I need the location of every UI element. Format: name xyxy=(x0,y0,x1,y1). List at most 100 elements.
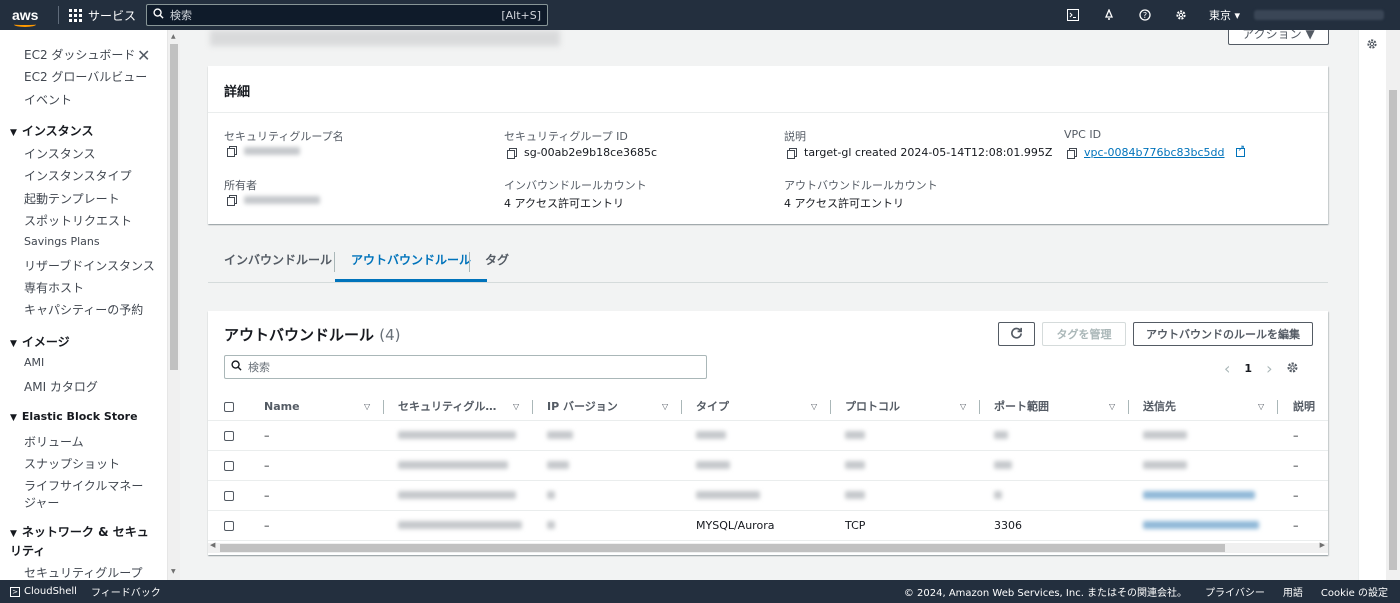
scroll-down-icon[interactable]: ▼ xyxy=(171,568,176,575)
gear-icon[interactable] xyxy=(1163,0,1199,30)
table-row[interactable]: – – xyxy=(208,451,1328,481)
prev-page-icon[interactable]: ‹ xyxy=(1224,359,1230,378)
select-all-checkbox[interactable] xyxy=(224,402,234,412)
settings-icon[interactable] xyxy=(1366,38,1378,53)
page-number[interactable]: 1 xyxy=(1244,362,1252,375)
column-resizer[interactable] xyxy=(1277,400,1278,414)
edit-outbound-rules-button[interactable]: アウトバウンドのルールを編集 xyxy=(1133,322,1313,346)
sidebar-item-snapshots[interactable]: スナップショット xyxy=(24,455,120,472)
aws-logo[interactable]: aws xyxy=(12,8,52,27)
column-header-name[interactable]: Name xyxy=(264,392,300,421)
bell-icon[interactable] xyxy=(1091,0,1127,30)
vpc-id-link[interactable]: vpc-0084b776bc83bc5dd xyxy=(1084,146,1225,159)
column-header-type[interactable]: タイプ xyxy=(696,392,729,421)
table-row[interactable]: – – xyxy=(208,421,1328,451)
rules-search-input[interactable]: 検索 xyxy=(224,355,707,379)
sidebar-section-images[interactable]: ▼ イメージ xyxy=(10,333,70,350)
sidebar-item-events[interactable]: イベント xyxy=(24,91,72,108)
column-header-security-group[interactable]: セキュリティグル… xyxy=(398,392,496,421)
sort-icon[interactable]: ▽ xyxy=(811,392,817,421)
copy-icon[interactable] xyxy=(507,147,517,159)
tab-tags[interactable]: タグ xyxy=(469,244,525,282)
column-resizer[interactable] xyxy=(830,400,831,414)
sort-icon[interactable]: ▽ xyxy=(513,392,519,421)
tab-inbound-rules[interactable]: インバウンドルール xyxy=(208,244,348,282)
sort-icon[interactable]: ▽ xyxy=(1258,392,1264,421)
column-resizer[interactable] xyxy=(681,400,682,414)
sidebar-item-savings-plans[interactable]: Savings Plans xyxy=(24,235,100,248)
help-icon[interactable]: ? xyxy=(1127,0,1163,30)
cookie-settings-link[interactable]: Cookie の設定 xyxy=(1321,584,1388,599)
sidebar-item-ec2-dashboard[interactable]: EC2 ダッシュボード xyxy=(24,46,135,63)
sidebar-item-instances[interactable]: インスタンス xyxy=(24,145,96,162)
sidebar-section-ebs[interactable]: ▼ Elastic Block Store xyxy=(10,410,138,423)
column-resizer[interactable] xyxy=(532,400,533,414)
table-horizontal-scrollbar[interactable]: ◀ ▶ xyxy=(208,541,1328,553)
scrollbar-thumb[interactable] xyxy=(220,544,1225,552)
table-row[interactable]: – MYSQL/Aurora TCP 3306 – xyxy=(208,511,1328,541)
column-header-protocol[interactable]: プロトコル xyxy=(845,392,900,421)
sort-icon[interactable]: ▽ xyxy=(960,392,966,421)
copy-icon[interactable] xyxy=(787,147,797,159)
scroll-up-icon[interactable]: ▲ xyxy=(171,33,176,40)
row-checkbox[interactable] xyxy=(224,491,234,501)
sidebar-item-ec2-global-view[interactable]: EC2 グローバルビュー xyxy=(24,68,147,85)
cell-redacted xyxy=(398,421,516,451)
scroll-left-icon[interactable]: ◀ xyxy=(210,541,215,549)
sidebar-item-reserved-instances[interactable]: リザーブドインスタンス xyxy=(24,257,155,274)
row-checkbox[interactable] xyxy=(224,521,234,531)
sidebar-scrollbar[interactable]: ▲ ▼ xyxy=(167,30,180,580)
column-header-destination[interactable]: 送信先 xyxy=(1143,392,1176,421)
table-row[interactable]: – – xyxy=(208,481,1328,511)
sidebar-item-ami[interactable]: AMI xyxy=(24,356,44,369)
scroll-right-icon[interactable]: ▶ xyxy=(1320,541,1325,549)
search-icon xyxy=(153,8,164,22)
cloudshell-link[interactable]: > CloudShell xyxy=(10,586,77,597)
copy-icon[interactable] xyxy=(1067,147,1077,159)
sidebar-item-capacity-reservations[interactable]: キャパシティーの予約 xyxy=(24,301,143,318)
next-page-icon[interactable]: › xyxy=(1266,359,1272,378)
tab-outbound-rules[interactable]: アウトバウンドルール xyxy=(335,244,488,282)
column-resizer[interactable] xyxy=(979,400,980,414)
sidebar-item-spot-requests[interactable]: スポットリクエスト xyxy=(24,212,132,229)
region-selector[interactable]: 東京 ▾ xyxy=(1199,7,1254,23)
page-scrollbar[interactable] xyxy=(1386,30,1400,580)
cloudshell-icon[interactable] xyxy=(1055,0,1091,30)
services-menu-button[interactable]: サービス xyxy=(69,7,136,24)
row-checkbox[interactable] xyxy=(224,461,234,471)
account-menu[interactable] xyxy=(1254,10,1384,20)
privacy-link[interactable]: プライバシー xyxy=(1205,584,1265,599)
sidebar-section-instances[interactable]: ▼ インスタンス xyxy=(10,122,93,139)
sidebar-item-ami-catalog[interactable]: AMI カタログ xyxy=(24,378,98,395)
refresh-button[interactable] xyxy=(998,322,1035,346)
sort-icon[interactable]: ▽ xyxy=(662,392,668,421)
sidebar-item-lifecycle-manager[interactable]: ライフサイクルマネージャー xyxy=(24,478,146,512)
column-resizer[interactable] xyxy=(1128,400,1129,414)
row-checkbox[interactable] xyxy=(224,431,234,441)
column-resizer[interactable] xyxy=(383,400,384,414)
sort-icon[interactable]: ▽ xyxy=(1109,392,1115,421)
terms-link[interactable]: 用語 xyxy=(1283,584,1303,599)
copy-icon[interactable] xyxy=(227,195,237,206)
search-icon xyxy=(231,360,242,374)
actions-button[interactable]: アクション ▼ xyxy=(1228,30,1329,45)
feedback-link[interactable]: フィードバック xyxy=(91,584,161,599)
sidebar-item-volumes[interactable]: ボリューム xyxy=(24,433,84,450)
sidebar-item-launch-templates[interactable]: 起動テンプレート xyxy=(24,190,120,207)
global-search-input[interactable]: 検索 [Alt+S] xyxy=(146,4,549,26)
column-header-ip-version[interactable]: IP バージョン xyxy=(547,392,618,421)
table-settings-icon[interactable] xyxy=(1286,361,1299,377)
sidebar-section-network-security[interactable]: ▼ ネットワーク & セキュリティ xyxy=(10,524,150,560)
scrollbar-thumb[interactable] xyxy=(170,44,178,370)
column-header-port-range[interactable]: ポート範囲 xyxy=(994,392,1049,421)
manage-tags-button[interactable]: タグを管理 xyxy=(1042,322,1126,346)
sidebar-item-dedicated-hosts[interactable]: 専有ホスト xyxy=(24,279,84,296)
sidebar-item-instance-types[interactable]: インスタンスタイプ xyxy=(24,167,132,184)
terminal-icon: > xyxy=(10,587,20,597)
sort-icon[interactable]: ▽ xyxy=(364,392,370,421)
scrollbar-thumb[interactable] xyxy=(1389,90,1397,570)
close-icon[interactable]: ✕ xyxy=(137,46,150,65)
column-header-description[interactable]: 説明 xyxy=(1293,392,1315,421)
sidebar-item-security-groups[interactable]: セキュリティグループ xyxy=(24,564,143,580)
copy-icon[interactable] xyxy=(227,146,237,157)
